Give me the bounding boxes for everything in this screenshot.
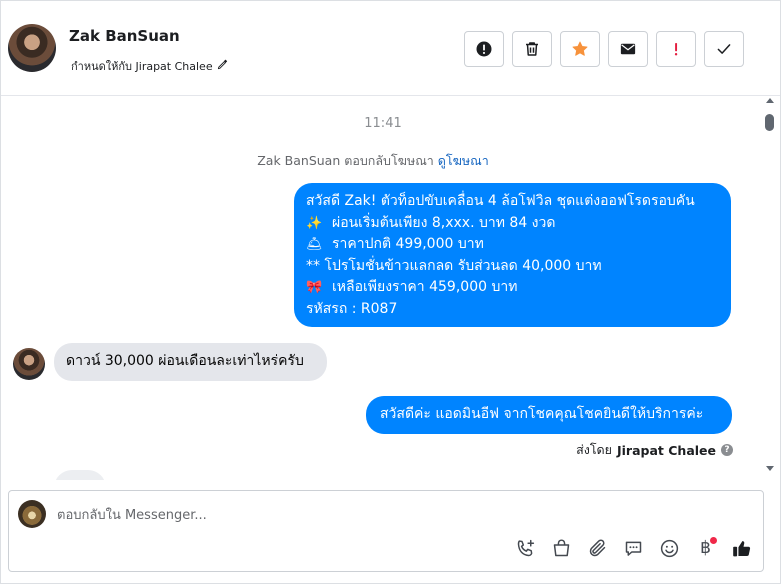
message-line-text: ผ่อนเริ่มต้นเพียง 8,xxx. บาท 84 งวด: [332, 214, 556, 231]
exclamation-icon: [674, 43, 678, 56]
scroll-down-arrow[interactable]: [766, 466, 774, 471]
sent-by-label: ส่งโดย Jirapat Chalee ?: [561, 440, 733, 460]
delete-button[interactable]: [512, 31, 552, 67]
outgoing-ad-message[interactable]: สวัสดี Zak! ตัวท็อปขับเคลื่อน 4 ล้อโฟวิล…: [294, 183, 731, 327]
help-icon[interactable]: ?: [721, 444, 733, 456]
thumbs-up-icon[interactable]: [730, 537, 753, 560]
contact-avatar-small[interactable]: [13, 348, 45, 380]
ad-reply-note: Zak BanSuan ตอบกลับโฆษณา ดูโฆษณา: [1, 151, 745, 171]
assignee-label: กำหนดให้กับ Jirapat Chalee: [71, 60, 213, 73]
message-line-text: เหลือเพียงราคา 459,000 บาท: [332, 279, 518, 295]
done-button[interactable]: [704, 31, 744, 67]
typing-indicator: [54, 470, 106, 480]
pencil-icon[interactable]: [217, 59, 228, 73]
incoming-message[interactable]: ดาวน์ 30,000 ผ่อนเดือนละเท่าไหร่ครับ: [54, 343, 327, 381]
contact-avatar[interactable]: [8, 24, 56, 72]
baht-icon[interactable]: ฿: [694, 537, 717, 560]
composer-tools: ฿: [514, 537, 753, 560]
paperclip-icon[interactable]: [586, 537, 609, 560]
message-line-text: รหัสรถ : R087: [306, 300, 398, 317]
conversation-header: Zak BanSuan กำหนดให้กับ Jirapat Chalee: [1, 1, 780, 96]
mark-unread-button[interactable]: [608, 31, 648, 67]
assignee-control[interactable]: กำหนดให้กับ Jirapat Chalee: [71, 57, 228, 75]
sparkles-icon: ✨: [306, 215, 323, 231]
message-line: ✨ ผ่อนเริ่มต้นเพียง 8,xxx. บาท 84 งวด: [306, 213, 719, 235]
view-ad-link[interactable]: ดูโฆษณา: [438, 153, 489, 168]
message-line: ** โปรโมชั่นข้าวแลกลด รับส่วนลด 40,000 บ…: [306, 256, 719, 278]
emoji-smile-icon[interactable]: [658, 537, 681, 560]
bell-icon: 🛎: [306, 237, 323, 252]
message-line-text: ราคาปกติ 499,000 บาท: [332, 236, 484, 252]
envelope-icon: [620, 43, 636, 55]
shopping-bag-icon[interactable]: [550, 537, 573, 560]
spam-button[interactable]: [464, 31, 504, 67]
outgoing-reply-message[interactable]: สวัสดีค่ะ แอดมินอีฟ จากโชคคุณโชคยินดีให้…: [366, 396, 732, 434]
message-timestamp: 11:41: [364, 116, 402, 131]
call-add-icon[interactable]: [514, 537, 537, 560]
message-line-text: ** โปรโมชั่นข้าวแลกลด รับส่วนลด 40,000 บ…: [306, 257, 602, 274]
page-avatar: [18, 500, 46, 528]
sent-by-name: Jirapat Chalee: [617, 442, 716, 458]
message-line: 🎀 เหลือเพียงราคา 459,000 บาท: [306, 277, 719, 299]
ad-reply-text: Zak BanSuan ตอบกลับโฆษณา: [257, 153, 434, 168]
reply-input[interactable]: [57, 505, 707, 525]
scrollbar-thumb[interactable]: [765, 114, 774, 131]
notification-dot: [710, 537, 717, 544]
check-icon: [717, 44, 731, 54]
scroll-up-arrow[interactable]: [766, 98, 774, 103]
sent-by-prefix: ส่งโดย: [576, 442, 612, 457]
trash-icon: [526, 42, 538, 56]
message-line: รหัสรถ : R087: [306, 299, 719, 321]
follow-up-button[interactable]: [656, 31, 696, 67]
messenger-inbox-window: Zak BanSuan กำหนดให้กับ Jirapat Chalee 1…: [0, 0, 781, 584]
alert-circle-icon: [476, 41, 492, 57]
message-line: สวัสดี Zak! ตัวท็อปขับเคลื่อน 4 ล้อโฟวิล…: [306, 191, 719, 213]
header-actions: [464, 31, 744, 67]
message-line-text: สวัสดี Zak! ตัวท็อปขับเคลื่อน 4 ล้อโฟวิล…: [306, 193, 695, 209]
chat-bubble-icon[interactable]: [622, 537, 645, 560]
ribbon-icon: 🎀: [306, 280, 323, 295]
message-line: 🛎 ราคาปกติ 499,000 บาท: [306, 234, 719, 256]
star-button[interactable]: [560, 31, 600, 67]
message-composer: ฿: [8, 490, 764, 572]
star-icon: [572, 41, 588, 56]
message-thread[interactable]: 11:41 Zak BanSuan ตอบกลับโฆษณา ดูโฆษณา ส…: [1, 96, 780, 480]
contact-name[interactable]: Zak BanSuan: [69, 27, 180, 45]
